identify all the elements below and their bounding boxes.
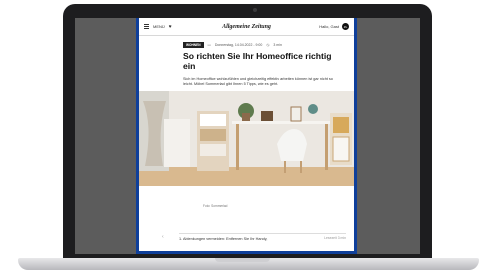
webcam-icon xyxy=(253,8,257,12)
hero-image xyxy=(139,91,354,186)
article-page: MENÜ ♥ Allgemeine Zeitung Hallo, Gast ZL… xyxy=(136,18,357,254)
clock-icon: ◷ xyxy=(266,43,270,47)
laptop-screen: MENÜ ♥ Allgemeine Zeitung Hallo, Gast ZL… xyxy=(75,18,420,254)
laptop-notch xyxy=(215,258,270,262)
article-lead: Sich im Homeoffice wohlzufühlen und glei… xyxy=(183,76,333,87)
calendar-icon: ▭ xyxy=(207,43,211,47)
category-badge[interactable]: WOHNEN xyxy=(183,42,204,48)
hamburger-menu-icon[interactable] xyxy=(144,24,149,29)
share-icon[interactable]: ‹ xyxy=(162,234,164,240)
site-header: MENÜ ♥ Allgemeine Zeitung Hallo, Gast ZL xyxy=(139,18,354,36)
image-caption: Foto: Sommerlad xyxy=(203,204,228,208)
avatar[interactable]: ZL xyxy=(342,23,349,30)
bottom-read-time: Lesezeit 3 min xyxy=(324,236,346,240)
article-meta: WOHNEN ▭ Donnerstag, 14.04.2022 - 9:00 ◷… xyxy=(183,42,354,48)
homeoffice-photo xyxy=(139,91,354,186)
read-time: 3 min xyxy=(273,43,282,47)
publish-date: Donnerstag, 14.04.2022 - 9:00 xyxy=(214,43,263,47)
article-headline: So richten Sie Ihr Homeoffice richtig ei… xyxy=(183,51,332,71)
menu-label[interactable]: MENÜ xyxy=(153,24,165,29)
article-tip: 1. Ablenkungen vermeiden: Entfernen Sie … xyxy=(179,233,346,241)
login-label[interactable]: Hallo, Gast xyxy=(319,24,339,29)
heart-icon[interactable]: ♥ xyxy=(169,24,172,30)
site-logo[interactable]: Allgemeine Zeitung xyxy=(204,24,289,30)
